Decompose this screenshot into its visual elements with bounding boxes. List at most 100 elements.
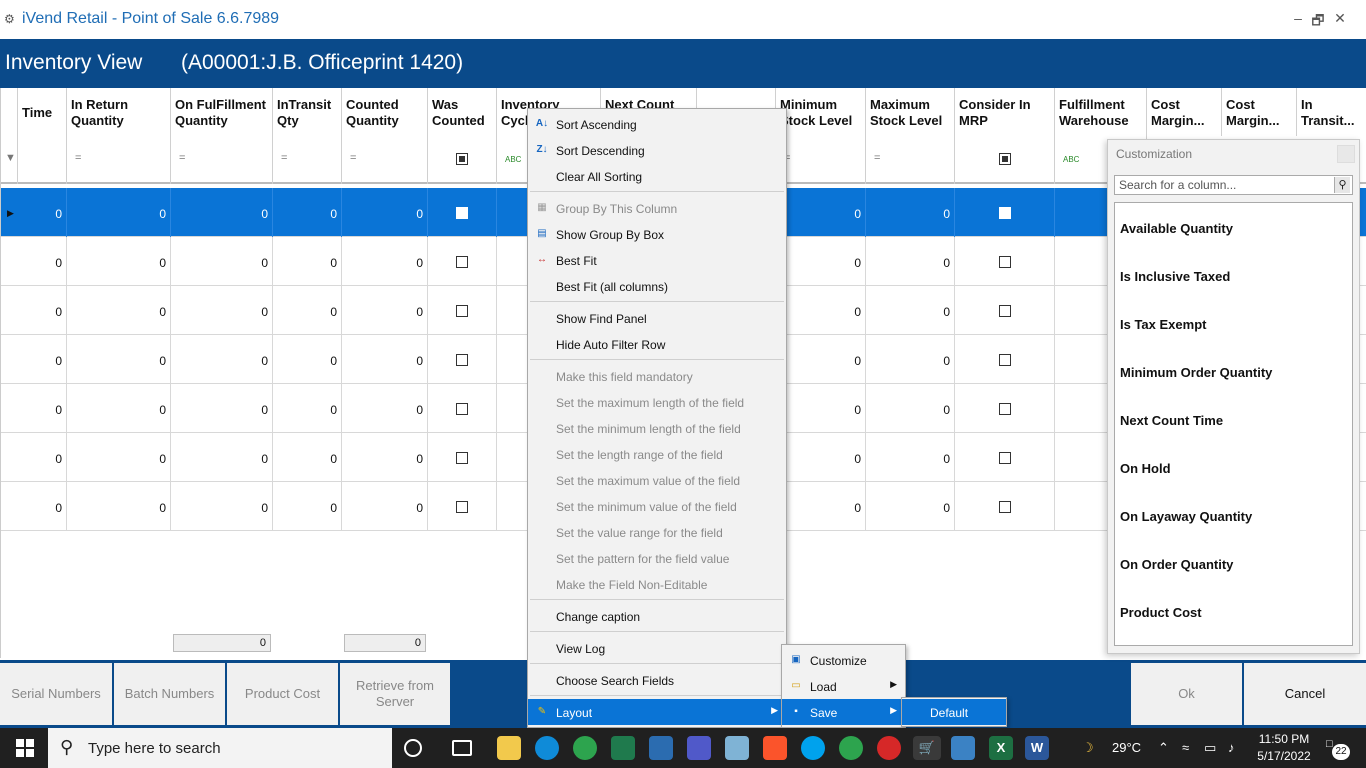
table-cell[interactable]: 0 [342,237,428,286]
table-cell[interactable]: 0 [273,188,342,237]
table-cell[interactable]: 0 [171,286,273,335]
row-checkbox[interactable] [999,403,1011,415]
table-cell[interactable]: 0 [18,433,67,482]
table-cell[interactable]: 0 [342,188,428,237]
table-cell[interactable]: 0 [273,335,342,384]
column-item-is-inclusive-taxed[interactable]: Is Inclusive Taxed [1120,269,1230,284]
column-header-time[interactable]: Time [18,88,67,136]
excel-icon[interactable]: X [989,736,1013,760]
row-checkbox[interactable] [456,403,468,415]
row-checkbox[interactable] [999,305,1011,317]
column-header-in-return-quantity[interactable]: In Return Quantity [67,88,171,136]
batch-numbers-button[interactable]: Batch Numbers [114,663,225,725]
filter-cell-on-fulfillment[interactable]: = [171,136,273,184]
filter-cell-intransit[interactable]: = [273,136,342,184]
edge-icon[interactable] [535,736,559,760]
filter-cell-counted[interactable]: = [342,136,428,184]
filter-cell-consider-mrp[interactable] [955,136,1055,184]
filter-cell-was-counted[interactable] [428,136,497,184]
app-icon-green[interactable] [611,736,635,760]
notes-icon[interactable] [725,736,749,760]
row-checkbox[interactable] [456,452,468,464]
column-item-product-cost[interactable]: Product Cost [1120,605,1202,620]
table-cell[interactable]: 0 [273,433,342,482]
table-cell[interactable]: 0 [18,237,67,286]
search-icon[interactable]: ⚲ [1334,177,1350,193]
table-cell[interactable]: 0 [342,335,428,384]
minimize-icon[interactable]: – [1290,10,1306,26]
row-checkbox[interactable] [456,501,468,513]
close-icon[interactable]: ✕ [1332,10,1348,27]
chevron-up-icon[interactable]: ⌃ [1158,740,1169,756]
column-search-input[interactable]: Search for a column... ⚲ [1114,175,1353,195]
table-cell[interactable]: 0 [67,335,171,384]
restore-icon[interactable]: 🗗 [1310,10,1326,34]
taskbar-search-input[interactable]: ⚲ Type here to search [48,728,392,768]
menu-sort-ascending[interactable]: A↓ Sort Ascending [528,111,786,137]
menu-show-group-by-box[interactable]: ▤ Show Group By Box [528,221,786,247]
product-cost-button[interactable]: Product Cost [227,663,338,725]
filter-cell-time[interactable] [18,136,67,184]
windows-start-icon[interactable] [16,739,34,757]
column-item-next-count-time[interactable]: Next Count Time [1120,413,1223,428]
table-cell[interactable]: 0 [18,335,67,384]
table-cell[interactable]: 0 [776,188,866,237]
column-item-on-order-quantity[interactable]: On Order Quantity [1120,557,1233,572]
word-icon[interactable]: W [1025,736,1049,760]
weather-icon[interactable]: ☽ [1082,740,1094,756]
menu-best-fit-all[interactable]: Best Fit (all columns) [528,273,786,299]
app-icon-red[interactable] [877,736,901,760]
table-cell[interactable]: 0 [776,335,866,384]
file-explorer-icon[interactable] [497,736,521,760]
table-cell[interactable]: 0 [866,482,955,531]
table-cell[interactable]: 0 [776,433,866,482]
table-cell[interactable]: 0 [171,482,273,531]
store-icon[interactable] [649,736,673,760]
table-cell[interactable]: 0 [342,384,428,433]
ivend-cart-icon[interactable]: 🛒 [913,736,941,760]
menu-change-caption[interactable]: Change caption [528,603,786,629]
teams-icon[interactable] [687,736,711,760]
table-cell[interactable]: 0 [342,433,428,482]
task-view-icon[interactable] [452,740,472,756]
column-header-cost-margin-2[interactable]: Cost Margin... [1222,88,1297,136]
filter-cell-in-return[interactable]: = [67,136,171,184]
column-item-on-hold[interactable]: On Hold [1120,461,1171,476]
serial-numbers-button[interactable]: Serial Numbers [0,663,112,725]
table-cell[interactable]: 0 [866,384,955,433]
filter-cell-max-stock[interactable]: = [866,136,955,184]
table-cell[interactable]: 0 [866,433,955,482]
column-header-fulfillment-warehouse[interactable]: Fulfillment Warehouse [1055,88,1147,136]
column-header-maximum-stock-level[interactable]: Maximum Stock Level [866,88,955,136]
table-cell[interactable]: 0 [171,237,273,286]
table-cell[interactable]: 0 [273,482,342,531]
customization-close-button[interactable] [1337,145,1355,163]
table-cell[interactable]: 0 [273,286,342,335]
menu-save-default[interactable]: Default [902,699,1006,725]
row-checkbox[interactable] [999,354,1011,366]
clock-time[interactable]: 11:50 PM [1254,732,1314,746]
column-item-on-layaway-quantity[interactable]: On Layaway Quantity [1120,509,1252,524]
table-cell[interactable]: 0 [171,188,273,237]
column-header-cost-margin-1[interactable]: Cost Margin... [1147,88,1222,136]
column-header-was-counted[interactable]: Was Counted [428,88,497,136]
table-cell[interactable]: 0 [273,384,342,433]
volume-icon[interactable]: ♪ [1228,740,1235,755]
table-cell[interactable]: 0 [342,286,428,335]
column-header-on-fulfillment-quantity[interactable]: On FulFillment Quantity [171,88,273,136]
temperature[interactable]: 29°C [1112,740,1141,755]
table-cell[interactable]: 0 [776,384,866,433]
table-cell[interactable]: 0 [171,384,273,433]
clock-date[interactable]: 5/17/2022 [1252,749,1316,763]
photos-icon[interactable] [951,736,975,760]
column-header-intransit-qty[interactable]: InTransit Qty [273,88,342,136]
row-checkbox[interactable] [999,256,1011,268]
brave-icon[interactable] [763,736,787,760]
row-checkbox[interactable] [456,256,468,268]
table-cell[interactable]: 0 [776,237,866,286]
chrome-icon[interactable] [573,736,597,760]
column-header-counted-quantity[interactable]: Counted Quantity [342,88,428,136]
table-cell[interactable]: 0 [866,286,955,335]
table-cell[interactable]: 0 [866,335,955,384]
menu-sort-descending[interactable]: Z↓ Sort Descending [528,137,786,163]
